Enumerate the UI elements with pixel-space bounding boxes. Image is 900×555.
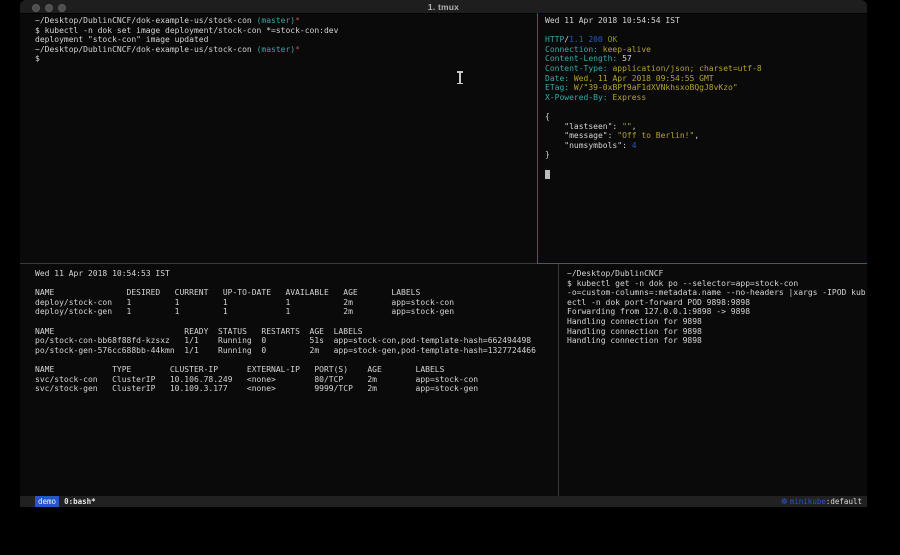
terminal-line: } [545, 150, 867, 160]
terminal-window: 1. tmux ~/Desktop/DublinCNCF/dok-example… [20, 0, 867, 507]
terminal-line: Content-Type: application/json; charset=… [545, 64, 867, 74]
terminal-line: Handling connection for 9898 [567, 336, 865, 346]
terminal-line [545, 26, 867, 36]
window-titlebar[interactable]: 1. tmux [20, 0, 867, 14]
terminal-line: { [545, 112, 867, 122]
window-tab-label[interactable]: 0:bash* [64, 497, 96, 506]
terminal-line: $ kubectl -n dok set image deployment/st… [35, 26, 537, 36]
terminal-line: "lastseen": "", [545, 122, 867, 132]
terminal-line [545, 160, 867, 170]
terminal-line: "message": "Off to Berlin!", [545, 131, 867, 141]
tmux-session: ~/Desktop/DublinCNCF/dok-example-us/stoc… [20, 13, 867, 496]
pane-bottom-right-port-forward[interactable]: ~/Desktop/DublinCNCF$ kubectl get -n dok… [559, 264, 867, 496]
terminal-line [35, 355, 558, 365]
terminal-line: ~/Desktop/DublinCNCF/dok-example-us/stoc… [35, 16, 537, 26]
window-title: 1. tmux [20, 2, 867, 12]
session-name-badge[interactable]: demo [35, 496, 59, 507]
pane-top-right-http-response[interactable]: Wed 11 Apr 2018 10:54:54 IST HTTP/1.1 20… [538, 13, 867, 263]
mouse-cursor-ibeam [456, 71, 463, 84]
terminal-line: $ [35, 54, 537, 64]
pane-top-left-shell[interactable]: ~/Desktop/DublinCNCF/dok-example-us/stoc… [20, 13, 537, 263]
terminal-line: NAME TYPE CLUSTER-IP EXTERNAL-IP PORT(S)… [35, 365, 558, 375]
terminal-line: Content-Length: 57 [545, 54, 867, 64]
terminal-line: Wed 11 Apr 2018 10:54:54 IST [545, 16, 867, 26]
tmux-status-bar: demo 0:bash* ☸ minikube :default [20, 496, 867, 507]
terminal-line: Handling connection for 9898 [567, 317, 865, 327]
kube-context-name: minikube [790, 497, 826, 506]
terminal-line: Wed 11 Apr 2018 10:54:53 IST [35, 269, 558, 279]
terminal-line: "numsymbols": 4 [545, 141, 867, 151]
terminal-line: deployment "stock-con" image updated [35, 35, 537, 45]
terminal-line: NAME READY STATUS RESTARTS AGE LABELS [35, 327, 558, 337]
terminal-line: ETag: W/"39-0xBPf9aF1dXVNkhsxoBQgJ8vKzo" [545, 83, 867, 93]
terminal-line: svc/stock-gen ClusterIP 10.109.3.177 <no… [35, 384, 558, 394]
terminal-line: HTTP/1.1 200 OK [545, 35, 867, 45]
terminal-line [545, 102, 867, 112]
status-right-kube-context: ☸ minikube :default [781, 497, 862, 506]
terminal-line: $ kubectl get -n dok po --selector=app=s… [567, 279, 865, 289]
terminal-line: ~/Desktop/DublinCNCF [567, 269, 865, 279]
terminal-line: svc/stock-con ClusterIP 10.106.78.249 <n… [35, 375, 558, 385]
terminal-line: deploy/stock-con 1 1 1 1 2m app=stock-co… [35, 298, 558, 308]
terminal-line: Handling connection for 9898 [567, 327, 865, 337]
pane-bottom-left-kubectl-watch[interactable]: Wed 11 Apr 2018 10:54:53 IST NAME DESIRE… [20, 264, 558, 496]
terminal-line: ectl -n dok port-forward POD 9898:9898 [567, 298, 865, 308]
terminal-line: ~/Desktop/DublinCNCF/dok-example-us/stoc… [35, 45, 537, 55]
terminal-line: po/stock-gen-576cc688bb-44kmn 1/1 Runnin… [35, 346, 558, 356]
terminal-line: deploy/stock-gen 1 1 1 1 2m app=stock-ge… [35, 307, 558, 317]
terminal-line: NAME DESIRED CURRENT UP-TO-DATE AVAILABL… [35, 288, 558, 298]
terminal-line: Date: Wed, 11 Apr 2018 09:54:55 GMT [545, 74, 867, 84]
kube-namespace: :default [826, 497, 862, 506]
terminal-line [35, 279, 558, 289]
kubernetes-helm-icon: ☸ [781, 497, 788, 506]
terminal-line: Connection: keep-alive [545, 45, 867, 55]
terminal-line: Forwarding from 127.0.0.1:9898 -> 9898 [567, 307, 865, 317]
terminal-line [35, 317, 558, 327]
terminal-line: po/stock-con-bb68f88fd-kzsxz 1/1 Running… [35, 336, 558, 346]
terminal-line [545, 170, 867, 180]
terminal-line: -o=custom-columns=:metadata.name --no-he… [567, 288, 865, 298]
terminal-line: X-Powered-By: Express [545, 93, 867, 103]
